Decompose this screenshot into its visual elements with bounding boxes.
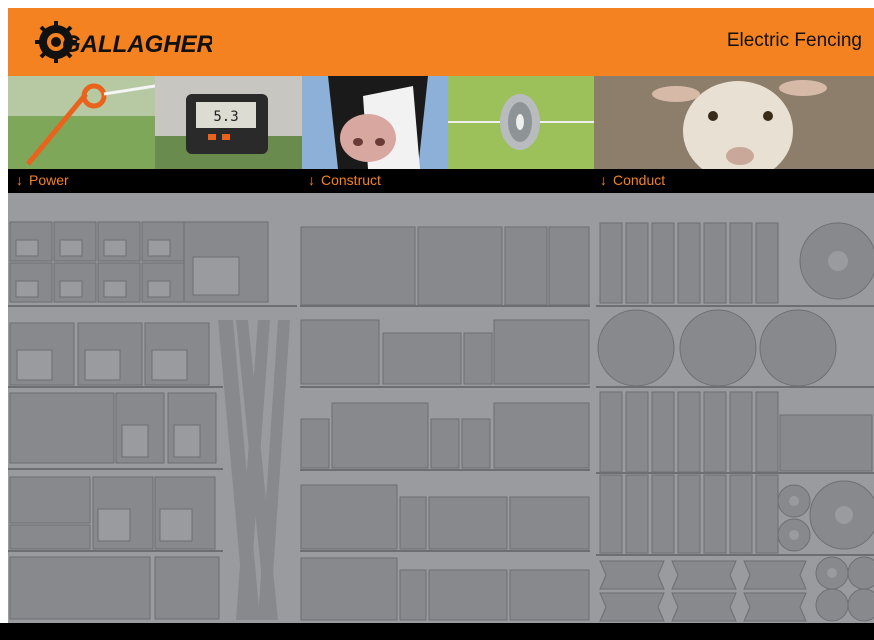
svg-text:5.3: 5.3 xyxy=(213,109,238,125)
arrow-down-icon: ↓ xyxy=(16,172,23,188)
nav-item-power[interactable]: ↓ Power xyxy=(16,172,69,188)
photo-sheep[interactable] xyxy=(594,76,874,169)
photo-cow[interactable] xyxy=(302,76,448,169)
arrow-down-icon: ↓ xyxy=(308,172,315,188)
photo-fence-post[interactable] xyxy=(8,76,156,169)
shelving-planogram xyxy=(8,193,874,623)
photo-strip: 5.3 xyxy=(8,76,874,169)
header-bar: GALLAGHER Electric Fencing xyxy=(8,8,874,76)
shelf-section-construct[interactable] xyxy=(300,226,590,621)
nav-label: Construct xyxy=(321,172,381,188)
gallagher-logo[interactable]: GALLAGHER xyxy=(32,20,212,64)
nav-label: Conduct xyxy=(613,172,666,188)
nav-item-conduct[interactable]: ↓ Conduct xyxy=(600,172,665,188)
arrow-down-icon: ↓ xyxy=(600,172,607,188)
photo-insulator[interactable] xyxy=(448,76,594,169)
tagline: Electric Fencing xyxy=(726,30,862,51)
section-nav: ↓ Power ↓ Construct ↓ Conduct xyxy=(8,169,874,193)
photo-fence-tester[interactable]: 5.3 xyxy=(155,76,302,169)
nav-item-construct[interactable]: ↓ Construct xyxy=(308,172,381,188)
footer-bar xyxy=(0,623,874,640)
shelf-section-conduct[interactable] xyxy=(597,222,874,622)
shelf-section-power[interactable] xyxy=(9,221,290,620)
brand-wordmark: GALLAGHER xyxy=(62,31,212,58)
nav-label: Power xyxy=(29,172,69,188)
